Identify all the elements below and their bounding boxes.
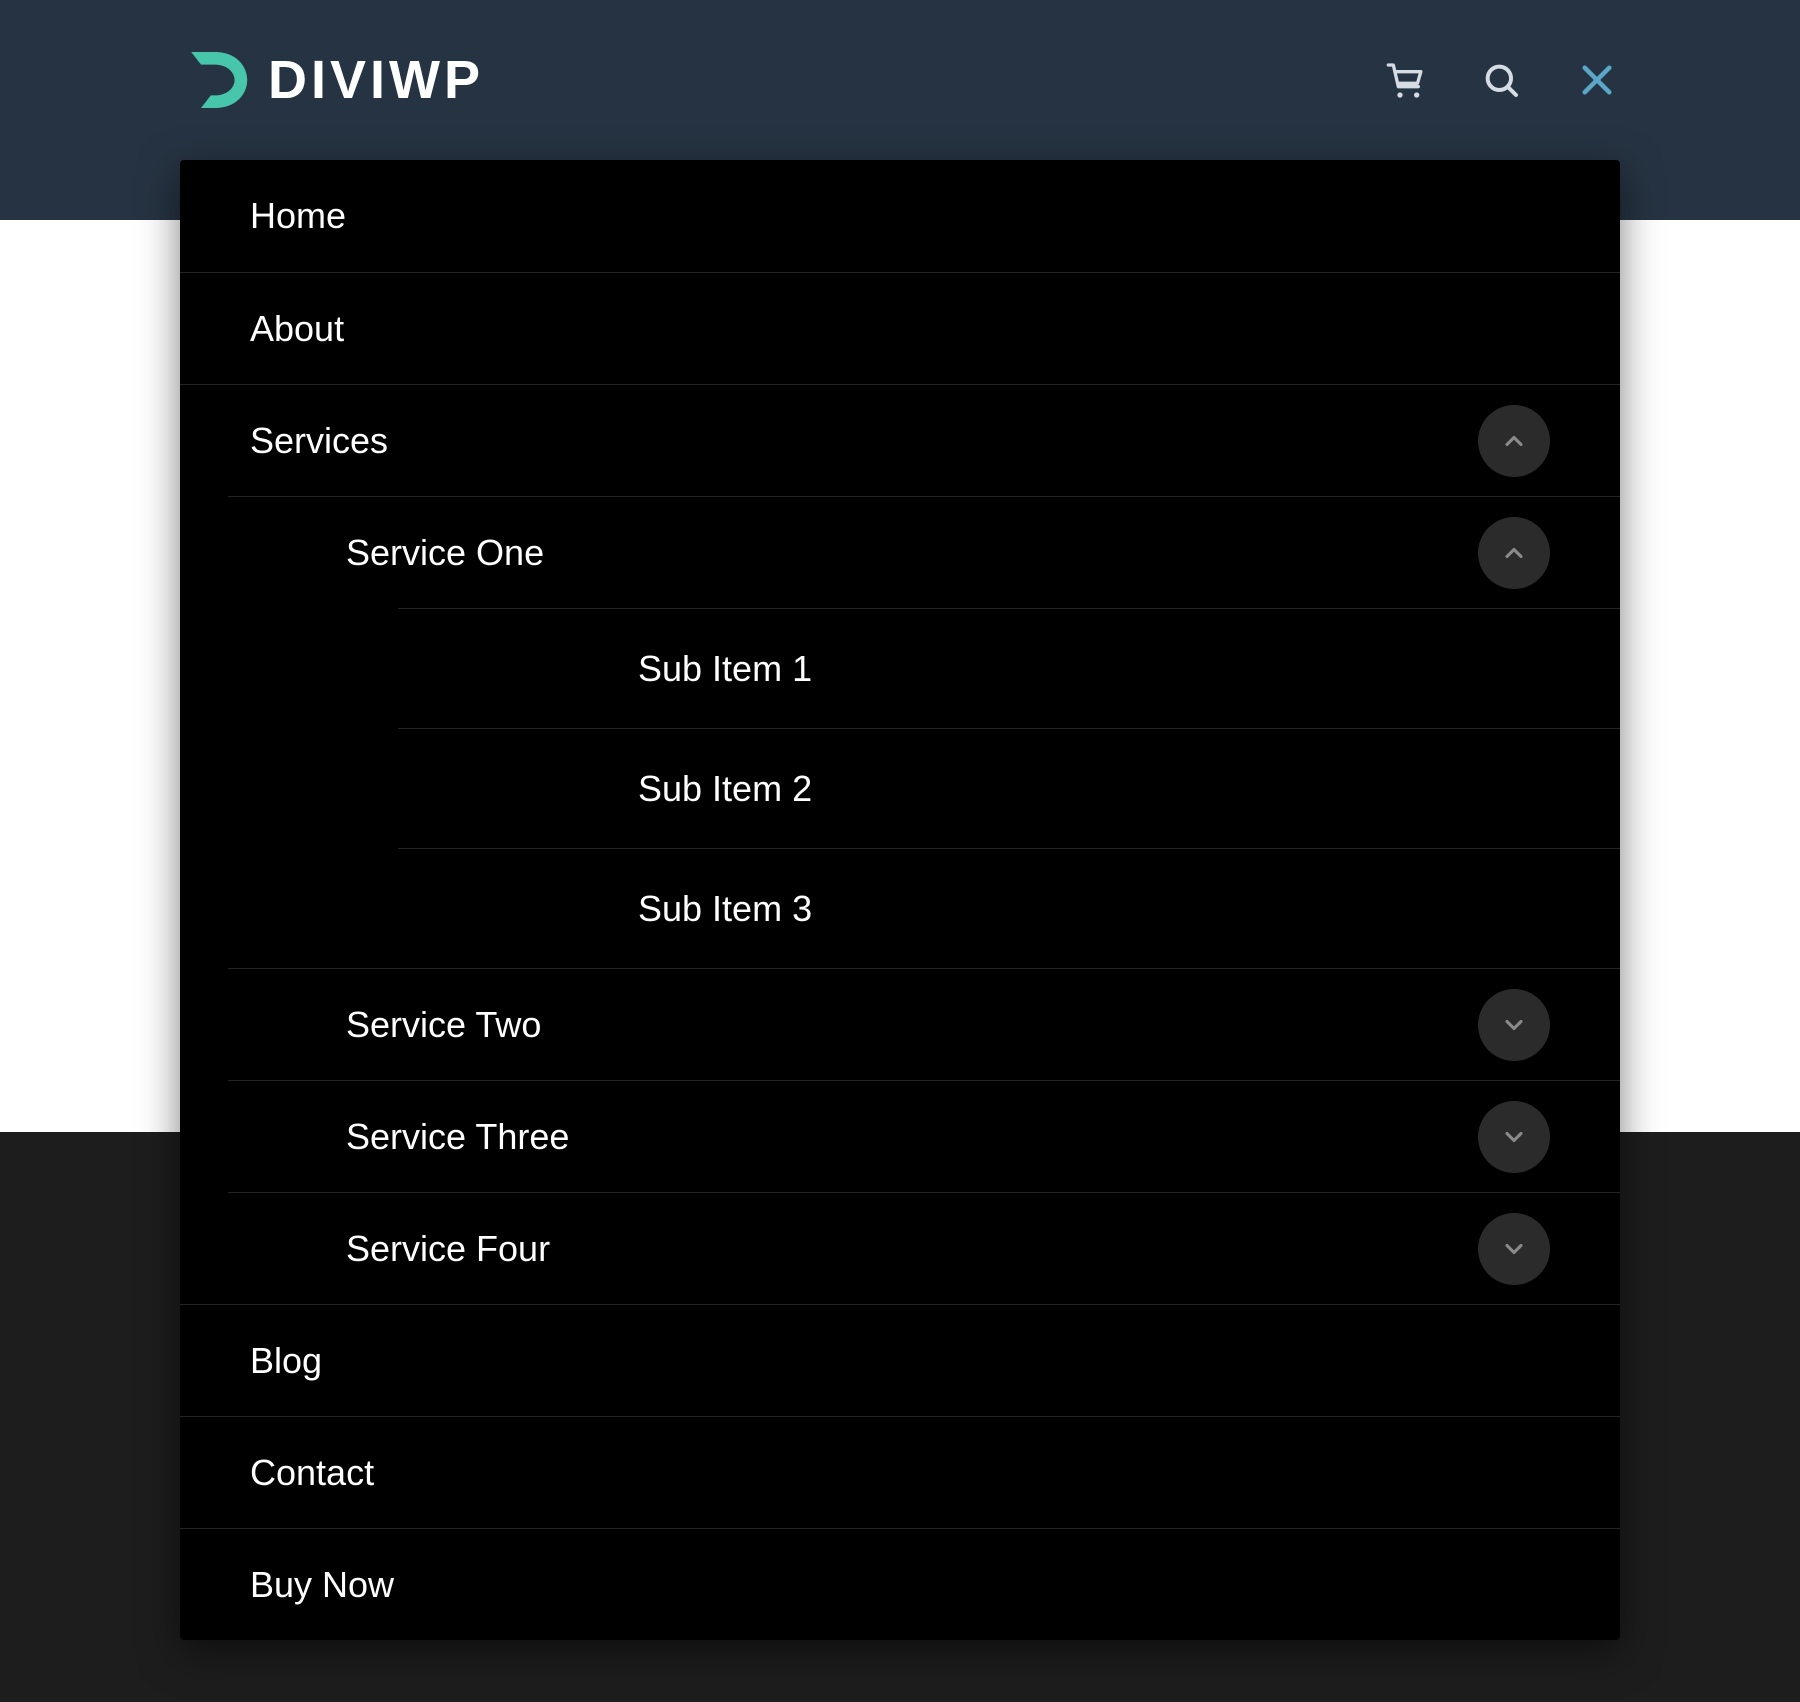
menu-item-label: Services — [250, 420, 388, 462]
menu-item-label: Blog — [250, 1340, 322, 1382]
close-icon[interactable] — [1574, 57, 1620, 103]
menu-item-contact[interactable]: Contact — [180, 1416, 1620, 1528]
expand-toggle[interactable] — [1478, 1101, 1550, 1173]
chevron-down-icon — [1500, 1123, 1528, 1151]
header-actions — [1382, 57, 1620, 103]
menu-item-label: Service Four — [346, 1228, 550, 1270]
logo-text: DIVIWP — [268, 49, 484, 111]
menu-item-buy-now[interactable]: Buy Now — [180, 1528, 1620, 1640]
menu-item-label: Service One — [346, 532, 544, 574]
menu-item-label: Service Two — [346, 1004, 541, 1046]
chevron-up-icon — [1500, 427, 1528, 455]
menu-item-service-two[interactable]: Service Two — [228, 968, 1620, 1080]
search-icon[interactable] — [1478, 57, 1524, 103]
expand-toggle[interactable] — [1478, 1213, 1550, 1285]
logo-mark-icon — [180, 45, 250, 115]
menu-item-label: Sub Item 2 — [638, 768, 812, 810]
site-header: DIVIWP — [0, 0, 1800, 160]
chevron-down-icon — [1500, 1011, 1528, 1039]
menu-item-label: Sub Item 3 — [638, 888, 812, 930]
menu-item-sub-1[interactable]: Sub Item 1 — [398, 608, 1620, 728]
site-logo[interactable]: DIVIWP — [180, 45, 484, 115]
menu-item-service-four[interactable]: Service Four — [228, 1192, 1620, 1304]
cart-icon[interactable] — [1382, 57, 1428, 103]
menu-item-about[interactable]: About — [180, 272, 1620, 384]
mobile-menu-panel: Home About Services Service One Sub Item… — [180, 160, 1620, 1640]
menu-item-sub-2[interactable]: Sub Item 2 — [398, 728, 1620, 848]
menu-item-label: Buy Now — [250, 1564, 394, 1606]
menu-item-label: Sub Item 1 — [638, 648, 812, 690]
collapse-toggle[interactable] — [1478, 405, 1550, 477]
menu-item-service-one[interactable]: Service One — [228, 496, 1620, 608]
expand-toggle[interactable] — [1478, 989, 1550, 1061]
menu-item-home[interactable]: Home — [180, 160, 1620, 272]
menu-item-label: About — [250, 308, 344, 350]
services-submenu: Service One Sub Item 1 Sub Item 2 Sub It… — [228, 496, 1620, 1304]
menu-item-label: Service Three — [346, 1116, 569, 1158]
menu-item-sub-3[interactable]: Sub Item 3 — [398, 848, 1620, 968]
service-one-submenu: Sub Item 1 Sub Item 2 Sub Item 3 — [398, 608, 1620, 968]
menu-item-label: Home — [250, 195, 346, 237]
collapse-toggle[interactable] — [1478, 517, 1550, 589]
menu-item-label: Contact — [250, 1452, 374, 1494]
menu-item-services[interactable]: Services — [180, 384, 1620, 496]
menu-item-service-three[interactable]: Service Three — [228, 1080, 1620, 1192]
chevron-up-icon — [1500, 539, 1528, 567]
chevron-down-icon — [1500, 1235, 1528, 1263]
menu-item-blog[interactable]: Blog — [180, 1304, 1620, 1416]
